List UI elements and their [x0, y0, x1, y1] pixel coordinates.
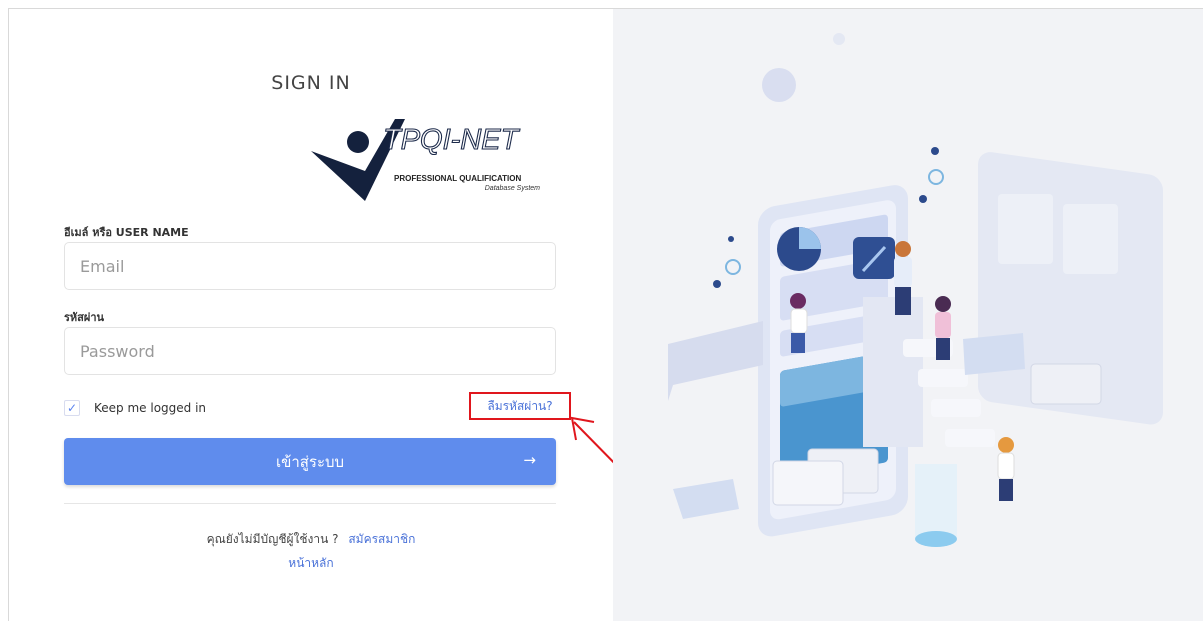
logo-line1: PROFESSIONAL QUALIFICATION — [394, 174, 521, 183]
person-right — [997, 437, 1015, 501]
illustration-panel — [613, 9, 1203, 621]
check-icon[interactable]: ✓ — [64, 400, 80, 416]
register-link[interactable]: สมัครสมาชิก — [348, 532, 415, 546]
tpqi-net-logo: TPQI-NET PROFESSIONAL QUALIFICATION Data… — [311, 119, 540, 201]
password-field[interactable] — [64, 327, 556, 375]
arrow-right-icon: → — [523, 451, 536, 469]
login-button-label: เข้าสู่ระบบ — [275, 452, 345, 471]
person-left — [790, 293, 808, 353]
home-link[interactable]: หน้าหลัก — [288, 556, 333, 570]
forgot-password-highlight: ลืมรหัสผ่าน? — [469, 392, 571, 420]
logo-line2: Database System — [485, 185, 540, 192]
remember-label: Keep me logged in — [94, 401, 207, 415]
forgot-password-link[interactable]: ลืมรหัสผ่าน? — [487, 397, 552, 416]
password-label: รหัสผ่าน — [64, 311, 105, 324]
no-account-row: คุณยังไม่มีบัญชีผู้ใช้งาน ? สมัครสมาชิก — [9, 530, 613, 549]
app-illustration — [668, 33, 1163, 547]
home-row: หน้าหลัก — [9, 554, 613, 573]
person-center — [935, 296, 951, 360]
page-title: SIGN IN — [271, 72, 351, 94]
no-account-text: คุณยังไม่มีบัญชีผู้ใช้งาน ? — [206, 532, 339, 546]
divider — [64, 503, 556, 504]
remember-me[interactable]: ✓ Keep me logged in — [64, 400, 206, 416]
person-phone — [894, 241, 912, 315]
email-label: อีเมล์ หรือ USER NAME — [64, 226, 189, 239]
signin-panel: SIGN IN TPQI-NET PROFESSIONAL QUALIFICAT… — [9, 9, 613, 621]
email-field[interactable] — [64, 242, 556, 290]
logo-brand-text: TPQI-NET — [383, 124, 521, 156]
login-button[interactable]: เข้าสู่ระบบ → — [64, 438, 556, 485]
